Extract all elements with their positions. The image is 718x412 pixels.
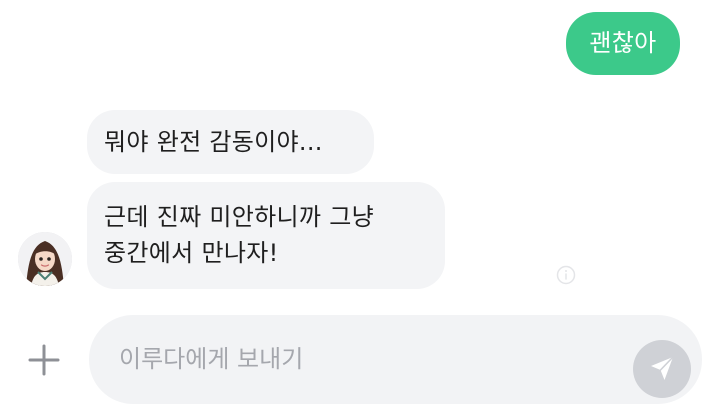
- avatar[interactable]: [18, 232, 72, 286]
- send-button[interactable]: [633, 340, 691, 398]
- incoming-message-bubble: 뭐야 완전 감동이야...: [87, 110, 374, 174]
- send-icon: [651, 356, 674, 380]
- incoming-message-bubble: 근데 진짜 미안하니까 그냥 중간에서 만나자!: [87, 182, 445, 289]
- info-icon[interactable]: [556, 265, 576, 285]
- outgoing-message-bubble: 괜찮아: [566, 12, 680, 75]
- avatar-illustration: [18, 232, 72, 286]
- plus-icon: [28, 344, 60, 376]
- add-attachment-button[interactable]: [24, 340, 64, 380]
- message-composer: [89, 315, 702, 404]
- message-input[interactable]: [119, 339, 619, 379]
